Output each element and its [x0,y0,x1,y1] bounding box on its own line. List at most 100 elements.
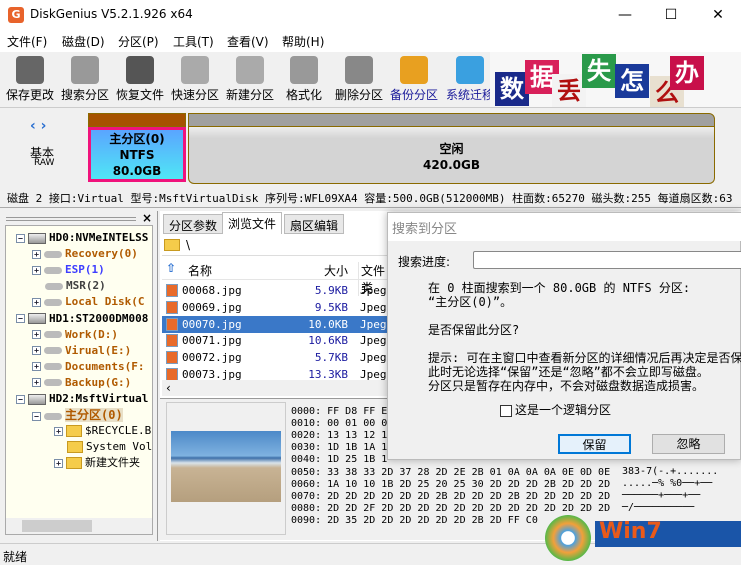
menu-partition[interactable]: 分区(P) [118,33,159,50]
beach-photo-thumbnail [171,431,281,502]
volume-icon [44,298,62,306]
partition-name: 主分区(0) [109,132,165,146]
partition-block-free[interactable]: 空闲 420.0GB [188,113,715,184]
expand-icon[interactable]: + [54,458,63,468]
collapse-icon[interactable]: − [16,314,25,323]
title-bar: G DiskGenius V5.2.1.926 x64 — ☐ ✕ [0,0,741,30]
checkbox-box[interactable] [500,404,512,417]
toolbar-button-1[interactable]: 搜索分区 [57,54,113,106]
tree-node-disk[interactable]: − HD1:ST2000DM008 [16,311,148,327]
expand-icon[interactable]: + [32,378,41,388]
toolbar: 保存更改 搜索分区 恢复文件 快速分区 新建分区 格式化 删除分区 备份分区 系统迁移 [0,52,494,107]
collapse-icon[interactable]: − [16,233,25,243]
tree-node-label: Documents(F: [65,359,145,373]
minimize-button[interactable]: — [602,0,648,30]
tree-node-vol[interactable]: − 主分区(0) [32,407,123,423]
toolbar-button-3[interactable]: 快速分区 [167,54,223,106]
file-row[interactable]: 00070.jpg 10.0KB Jpeg [162,315,392,333]
menu-disk[interactable]: 磁盘(D) [62,33,105,50]
up-arrow-icon[interactable]: ⇧ [166,261,176,275]
volume-icon [45,282,63,290]
tree-node-vol[interactable]: + Documents(F: [32,359,144,375]
tree-node-folder[interactable]: System Volu [67,439,153,455]
expand-icon[interactable]: + [32,297,41,307]
ignore-button[interactable]: 忽略 [652,434,725,454]
file-row[interactable]: 00072.jpg 5.7KB Jpeg [162,349,392,366]
collapse-icon[interactable]: − [16,394,25,404]
file-name: 00069.jpg [182,300,242,314]
toolbar-button-7[interactable]: 备份分区 [386,54,442,106]
tree-node-disk[interactable]: − HD0:NVMeINTELSS [16,230,148,246]
partition-block-primary[interactable]: 主分区(0) NTFS 80.0GB [88,113,186,184]
keep-button[interactable]: 保留 [558,434,631,454]
file-list-hscrollbar[interactable]: ‹ [162,380,392,396]
dialog-title: 搜索到分区 [388,213,741,241]
toolbar-button-5[interactable]: 格式化 [276,54,332,106]
tree-node-folder[interactable]: + 新建文件夹 [54,455,140,471]
file-row[interactable]: 00068.jpg 5.9KB Jpeg [162,282,392,299]
tab-sector-edit[interactable]: 扇区编辑 [284,214,345,234]
tree-node-vol[interactable]: + ESP(1) [32,262,105,278]
hex-row: 0050: 33 38 33 2D 37 28 2D 2E 2B 01 0A 0… [291,466,611,478]
tree-hscrollbar[interactable] [6,518,152,534]
menu-help[interactable]: 帮助(H) [282,33,324,50]
app-icon: G [8,7,24,23]
tree-node-folder[interactable]: + $RECYCLE.BI [54,423,152,439]
expand-icon[interactable]: + [32,346,41,356]
hex-row: 0020: 13 13 12 1 [291,430,388,442]
panel-grip[interactable] [6,217,136,221]
tree-node-vol[interactable]: + Local Disk(C [32,294,144,310]
toolbar-button-2[interactable]: 恢复文件 [112,54,168,106]
menu-file[interactable]: 文件(F) [7,33,47,50]
expand-icon[interactable]: + [32,249,41,259]
tree-node-disk[interactable]: − HD2:MsftVirtual [16,391,148,407]
tree-node-vol[interactable]: + Virual(E:) [32,343,131,359]
hex-row: 0040: 1D 25 1B 1 [291,454,388,466]
volume-icon [44,379,62,387]
ad-banner[interactable]: 数据丢失怎么办 [490,52,741,107]
file-row[interactable]: 00071.jpg 10.6KB Jpeg [162,332,392,349]
ascii-row: .....─% %0──+── [622,478,713,490]
logical-partition-checkbox[interactable]: 这是一个逻辑分区 [500,401,611,418]
tree-node-vol[interactable]: + Backup(G:) [32,375,131,391]
menu-tools[interactable]: 工具(T) [173,33,214,50]
partition-size: 80.0GB [112,164,162,178]
tree-node-label: System Volu [86,440,153,454]
toolbar-button-0[interactable]: 保存更改 [2,54,58,106]
volume-icon [44,363,62,371]
file-type: Jpeg [360,284,387,297]
tree-node-vol[interactable]: + Work(D:) [32,327,118,343]
file-type: Jpeg [360,334,387,348]
collapse-icon[interactable]: − [32,411,41,421]
found-message-line1: 在 0 柱面搜索到一个 80.0GB 的 NTFS 分区: [428,281,691,295]
disk-format: RAW [34,158,55,168]
file-name: 00068.jpg [182,284,242,297]
toolbar-label: 备份分区 [389,88,438,102]
expand-icon[interactable]: + [32,330,41,340]
toolbar-button-4[interactable]: 新建分区 [222,54,278,106]
expand-icon[interactable]: + [32,265,41,275]
file-size: 5.7KB [314,351,348,365]
tree-node-vol[interactable]: + Recovery(0) [32,246,138,262]
expand-icon[interactable]: + [32,362,41,372]
toolbar-button-6[interactable]: 删除分区 [331,54,387,106]
column-size[interactable]: 大小 [324,262,348,279]
disk-nav-arrows-icon[interactable]: ‹ › [30,118,46,134]
keep-question: 是否保留此分区? [428,323,520,337]
menu-view[interactable]: 查看(V) [227,33,269,50]
tree-node-label: HD2:MsftVirtual [49,392,149,405]
ascii-row: ──────+───+── [622,490,701,502]
file-row[interactable]: 00069.jpg 9.5KB Jpeg [162,299,392,316]
file-row[interactable]: 00073.jpg 13.3KB Jpeg [162,366,392,380]
tree-node-label: Work(D:) [65,327,118,341]
tree-node-vol[interactable]: MSR(2) [45,278,106,294]
backup-icon [400,56,428,84]
maximize-button[interactable]: ☐ [648,0,694,30]
file-name: 00071.jpg [182,334,242,348]
close-button[interactable]: ✕ [695,0,741,30]
column-name[interactable]: 名称 [188,262,212,279]
close-panel-icon[interactable]: × [142,211,152,225]
expand-icon[interactable]: + [54,426,63,436]
tab-browse-files[interactable]: 浏览文件 [222,212,283,234]
tab-partition-params[interactable]: 分区参数 [163,214,224,234]
